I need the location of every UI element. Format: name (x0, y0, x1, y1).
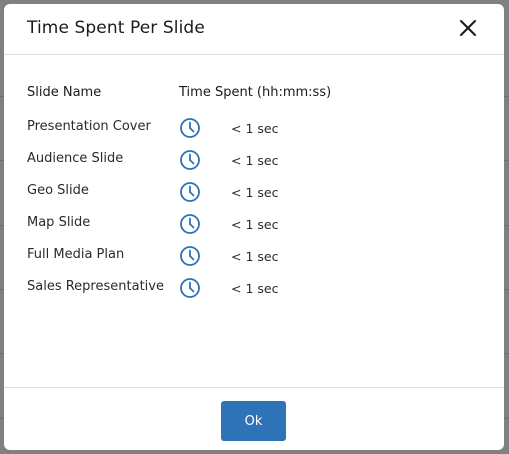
clock-icon-wrap (179, 181, 201, 203)
slide-name: Map Slide (27, 215, 91, 230)
table-row: Presentation Cover < 1 sec (27, 113, 487, 145)
table-row: Audience Slide < 1 sec (27, 145, 487, 177)
clock-icon-wrap (179, 245, 201, 267)
modal-footer: Ok (4, 387, 504, 450)
clock-icon (180, 278, 200, 298)
clock-icon-wrap (179, 213, 201, 235)
clock-icon (180, 246, 200, 266)
modal-body: Slide Name Time Spent (hh:mm:ss) Present… (4, 55, 504, 387)
time-spent-value: < 1 sec (231, 217, 279, 232)
close-icon (460, 20, 476, 36)
time-spent-modal: Time Spent Per Slide Slide Name Time Spe… (4, 4, 504, 450)
ok-button[interactable]: Ok (221, 401, 286, 441)
modal-header: Time Spent Per Slide (4, 4, 504, 55)
time-spent-value: < 1 sec (231, 249, 279, 264)
slide-name: Geo Slide (27, 183, 89, 198)
slide-name: Presentation Cover (27, 119, 151, 134)
clock-icon-wrap (179, 117, 201, 139)
slide-name: Audience Slide (27, 151, 124, 166)
close-button[interactable] (458, 18, 478, 38)
column-header-slide-name: Slide Name (27, 85, 102, 100)
table-row: Sales Representative < 1 sec (27, 273, 487, 305)
time-spent-value: < 1 sec (231, 153, 279, 168)
clock-icon (180, 214, 200, 234)
column-header-time-spent: Time Spent (hh:mm:ss) (179, 85, 332, 100)
table-row: Map Slide < 1 sec (27, 209, 487, 241)
time-spent-value: < 1 sec (231, 185, 279, 200)
slide-name: Sales Representative (27, 279, 164, 294)
table-row: Full Media Plan < 1 sec (27, 241, 487, 273)
slide-time-list: Presentation Cover < 1 sec Audience Slide <… (27, 113, 487, 305)
table-header: Slide Name Time Spent (hh:mm:ss) (27, 85, 487, 105)
clock-icon-wrap (179, 277, 201, 299)
clock-icon (180, 182, 200, 202)
time-spent-value: < 1 sec (231, 121, 279, 136)
time-spent-value: < 1 sec (231, 281, 279, 296)
clock-icon (180, 118, 200, 138)
clock-icon (180, 150, 200, 170)
modal-title: Time Spent Per Slide (27, 18, 205, 38)
slide-name: Full Media Plan (27, 247, 125, 262)
clock-icon-wrap (179, 149, 201, 171)
table-row: Geo Slide < 1 sec (27, 177, 487, 209)
